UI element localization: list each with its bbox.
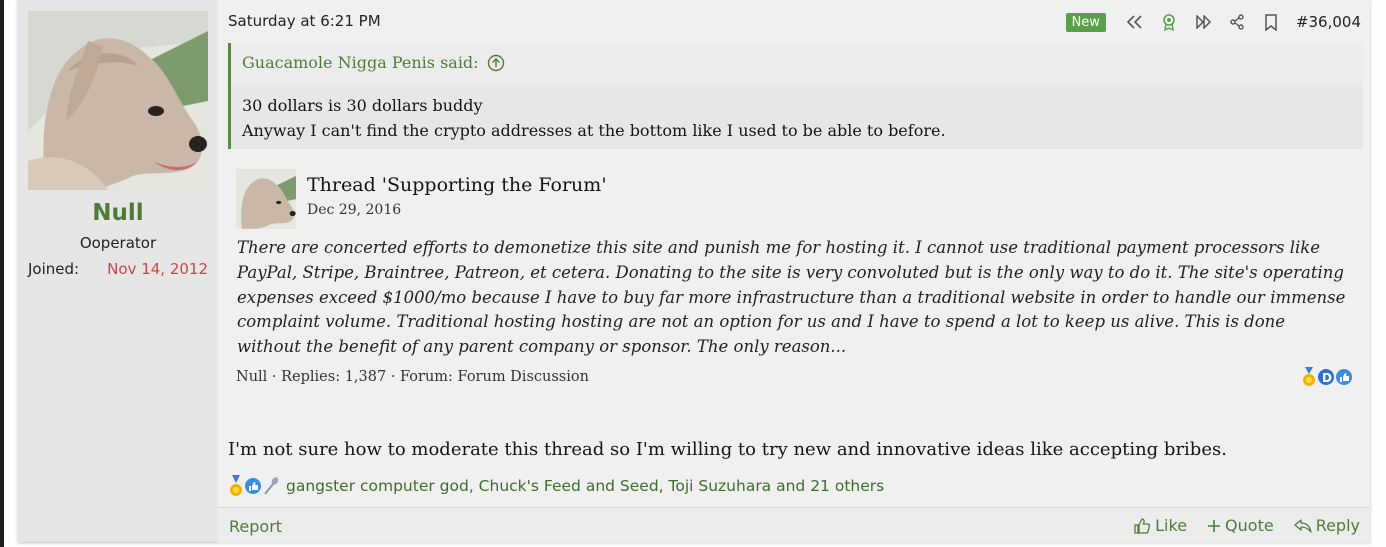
quote-header: Guacamole Nigga Penis said: — [231, 43, 1363, 85]
svg-text:D: D — [1322, 371, 1332, 385]
quote-line: Anyway I can't find the crypto addresses… — [242, 121, 946, 140]
dumb-reaction-icon: D — [1317, 367, 1335, 387]
share-icon[interactable] — [1228, 13, 1246, 31]
reply-label: Reply — [1315, 516, 1360, 535]
quote-line: 30 dollars is 30 dollars buddy — [242, 96, 483, 115]
bookmark-icon[interactable] — [1262, 13, 1280, 31]
joined-label: Joined: — [28, 260, 80, 278]
reply-button[interactable]: Reply — [1294, 516, 1360, 535]
reactions-users-list[interactable]: gangster computer god, Chuck's Feed and … — [286, 477, 884, 495]
quote-label: Quote — [1225, 516, 1274, 535]
spoon-reaction-icon — [262, 476, 280, 496]
new-badge: New — [1065, 12, 1106, 32]
quote-text: 30 dollars is 30 dollars buddy Anyway I … — [242, 93, 946, 143]
quote-button[interactable]: Quote — [1207, 516, 1274, 535]
award-icon[interactable] — [1160, 13, 1178, 31]
username[interactable]: Null — [18, 200, 218, 226]
like-button[interactable]: Like — [1133, 516, 1187, 535]
unfurl-date: Dec 29, 2016 — [307, 202, 402, 218]
reactions-bar[interactable]: gangster computer god, Chuck's Feed and … — [228, 474, 884, 498]
post-header-actions: New #36,004 — [1065, 10, 1361, 34]
arrow-up-circle-icon[interactable] — [487, 54, 505, 72]
unfurl-excerpt: There are concerted efforts to demonetiz… — [237, 238, 1346, 357]
user-title: Ooperator — [79, 234, 157, 252]
unfurl-title[interactable]: Thread 'Supporting the Forum' — [307, 174, 607, 196]
post-number[interactable]: #36,004 — [1296, 13, 1361, 31]
report-button[interactable]: Report — [229, 517, 282, 536]
medal-reaction-icon — [1301, 367, 1317, 387]
plus-icon — [1208, 519, 1221, 532]
unfurl-meta: Null · Replies: 1,387 · Forum: Forum Dis… — [236, 369, 589, 385]
quote-author[interactable]: Guacamole Nigga Penis said: — [242, 53, 479, 72]
post-content: Saturday at 6:21 PM New #36,004 Guacamol… — [218, 0, 1370, 543]
like-reaction-icon — [244, 476, 262, 496]
thumbs-up-icon — [1134, 517, 1151, 534]
reply-arrow-icon — [1294, 518, 1312, 533]
unfurl-avatar — [236, 169, 296, 229]
avatar[interactable] — [28, 11, 208, 190]
post-footer: Report Like Quote Reply — [218, 507, 1370, 543]
window-left-edge — [0, 0, 4, 547]
message-text: I'm not sure how to moderate this thread… — [228, 439, 1227, 460]
unfurl-reactions: D — [1301, 367, 1353, 387]
fast-forward-icon[interactable] — [1194, 13, 1212, 31]
forum-post: Null Ooperator Joined: Nov 14, 2012 Satu… — [18, 0, 1370, 543]
dog-avatar-illustration — [28, 11, 208, 190]
rewind-icon[interactable] — [1126, 13, 1144, 31]
quote-block: Guacamole Nigga Penis said: 30 dollars i… — [228, 43, 1363, 149]
like-reaction-icon — [1335, 367, 1353, 387]
dog-avatar-small-illustration — [236, 169, 296, 229]
medal-reaction-icon — [228, 475, 244, 497]
post-actions: Like Quote Reply — [1113, 516, 1360, 535]
post-date[interactable]: Saturday at 6:21 PM — [228, 12, 381, 30]
joined-date: Nov 14, 2012 — [107, 260, 208, 278]
user-pane: Null Ooperator Joined: Nov 14, 2012 — [18, 0, 218, 542]
like-label: Like — [1155, 516, 1188, 535]
